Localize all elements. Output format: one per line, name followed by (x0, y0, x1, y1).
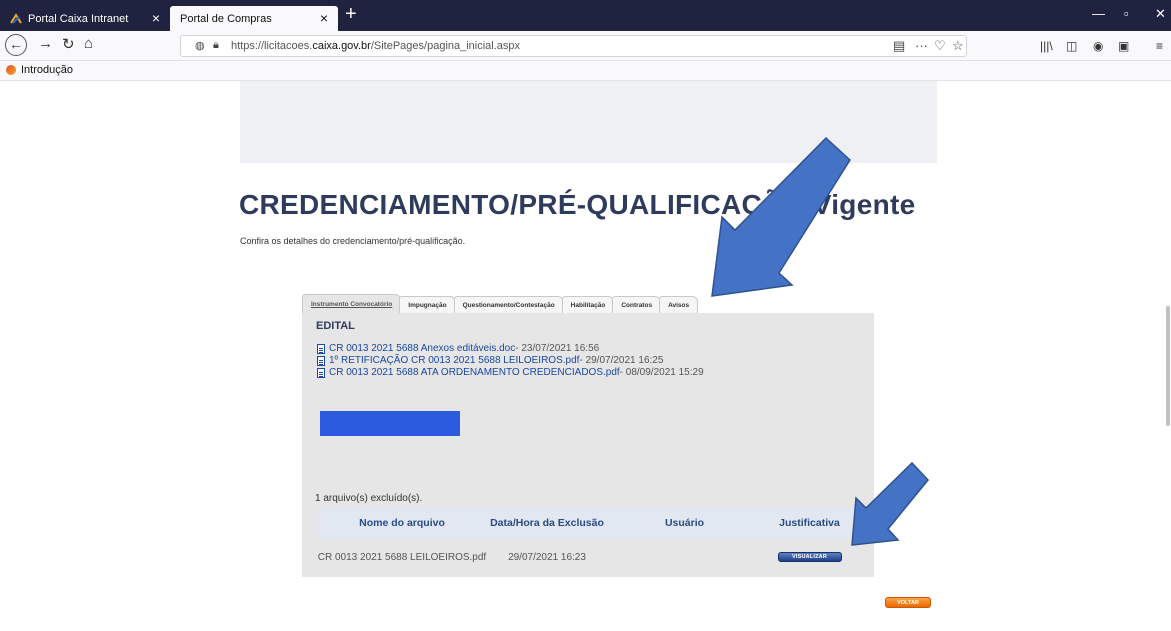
document-icon (317, 367, 325, 378)
extension-icon[interactable]: ▣ (1118, 39, 1129, 53)
close-tab-icon[interactable]: × (320, 10, 328, 26)
tab-instrumento-convocatorio[interactable]: Instrumento Convocatório (302, 294, 402, 313)
column-header: Data/Hora da Exclusão (490, 516, 604, 529)
excluded-datetime: 29/07/2021 16:23 (508, 551, 586, 563)
tab-habilitacao[interactable]: Habilitação (561, 296, 615, 313)
list-item: CR 0013 2021 5688 ATA ORDENAMENTO CREDEN… (317, 367, 704, 378)
page-actions-icon[interactable]: ··· (915, 38, 928, 53)
reader-view-icon[interactable]: ▤ (893, 38, 905, 54)
account-icon[interactable]: ◉ (1093, 39, 1103, 53)
excluded-count: 1 arquivo(s) excluído(s). (315, 493, 423, 504)
redaction-box (320, 411, 460, 436)
tab-label: Portal de Compras (180, 12, 272, 25)
excluded-files-table: Nome do arquivo Data/Hora da Exclusão Us… (317, 508, 857, 576)
document-icon (317, 355, 325, 366)
close-window-icon[interactable]: ✕ (1155, 6, 1166, 22)
sidebar-icon[interactable]: ◫ (1066, 39, 1077, 53)
library-icon[interactable]: |||\ (1040, 39, 1053, 53)
file-date: - 23/07/2021 16:56 (515, 343, 600, 354)
excluded-file-name: CR 0013 2021 5688 LEILOEIROS.pdf (317, 551, 487, 563)
bookmark-introducao[interactable]: Introdução (6, 64, 73, 76)
menu-icon[interactable]: ≡ (1156, 39, 1163, 53)
url-text[interactable]: https://licitacoes.caixa.gov.br/SitePage… (231, 40, 520, 52)
column-header: Usuário (664, 516, 705, 529)
panel-tabs: Instrumento Convocatório Impugnação Ques… (302, 294, 699, 313)
excluded-user (607, 538, 762, 576)
bookmark-star-icon[interactable]: ☆ (952, 38, 964, 54)
header-banner (240, 81, 937, 163)
close-tab-icon[interactable]: × (152, 10, 160, 26)
table-row: CR 0013 2021 5688 LEILOEIROS.pdf 29/07/2… (317, 538, 857, 576)
home-icon[interactable]: ⌂ (84, 35, 93, 52)
minimize-icon[interactable]: — (1092, 6, 1105, 21)
forward-icon[interactable]: → (38, 35, 53, 52)
page-content: CREDENCIAMENTO/PRÉ-QUALIFICAÇÃO Vigente … (0, 81, 1171, 631)
tab-contratos[interactable]: Contratos (612, 296, 662, 313)
address-bar[interactable]: ◍ 🔒︎ https://licitacoes.caixa.gov.br/Sit… (180, 35, 967, 57)
tab-portal-de-compras[interactable]: Portal de Compras × (170, 6, 338, 31)
section-title: EDITAL (316, 320, 355, 332)
tab-impugnacao[interactable]: Impugnação (399, 296, 456, 313)
list-item: 1º RETIFICAÇÃO CR 0013 2021 5688 LEILOEI… (317, 355, 704, 366)
file-date: - 08/09/2021 15:29 (619, 367, 704, 378)
tab-questionamento[interactable]: Questionamento/Contestação (453, 296, 564, 313)
restore-icon[interactable]: ▫ (1124, 6, 1129, 21)
back-button[interactable]: VOLTAR (885, 597, 931, 608)
page-title: CREDENCIAMENTO/PRÉ-QUALIFICAÇÃO Vigente (239, 189, 916, 220)
tab-label: Portal Caixa Intranet (28, 12, 129, 25)
file-list: CR 0013 2021 5688 Anexos editáveis.doc -… (317, 343, 704, 379)
file-link[interactable]: CR 0013 2021 5688 Anexos editáveis.doc (329, 343, 515, 354)
lock-icon[interactable]: 🔒︎ (213, 39, 219, 52)
pocket-icon[interactable]: ♡ (934, 38, 946, 54)
reload-icon[interactable]: ↻ (62, 35, 75, 53)
column-header: Justificativa (779, 516, 840, 529)
file-link[interactable]: CR 0013 2021 5688 ATA ORDENAMENTO CREDEN… (329, 367, 620, 378)
caixa-logo-icon (10, 12, 22, 24)
bookmarks-toolbar: Introdução (0, 61, 1171, 81)
shield-icon[interactable]: ◍ (195, 39, 205, 52)
list-item: CR 0013 2021 5688 Anexos editáveis.doc -… (317, 343, 704, 354)
tab-content: EDITAL CR 0013 2021 5688 Anexos editávei… (302, 313, 874, 577)
back-icon[interactable]: ← (5, 34, 27, 56)
page-subtitle: Confira os detalhes do credenciamento/pr… (240, 236, 466, 246)
file-date: - 29/07/2021 16:25 (579, 355, 664, 366)
scrollbar[interactable] (1166, 306, 1170, 426)
table-header: Nome do arquivo Data/Hora da Exclusão Us… (317, 508, 857, 538)
tab-portal-caixa-intranet[interactable]: Portal Caixa Intranet × (0, 6, 170, 31)
browser-window: Portal Caixa Intranet × Portal de Compra… (0, 0, 1171, 631)
bookmark-label: Introdução (21, 64, 73, 76)
column-header: Nome do arquivo (359, 516, 445, 529)
tab-strip: Portal Caixa Intranet × Portal de Compra… (0, 0, 1171, 31)
justification-cell: VISUALIZAR (762, 538, 857, 576)
visualizar-button[interactable]: VISUALIZAR (777, 552, 842, 562)
new-tab-icon[interactable]: + (345, 3, 357, 26)
file-link[interactable]: 1º RETIFICAÇÃO CR 0013 2021 5688 LEILOEI… (329, 355, 579, 366)
navigation-toolbar: ← → ↻ ⌂ ◍ 🔒︎ https://licitacoes.caixa.go… (0, 31, 1171, 61)
document-icon (317, 343, 325, 354)
firefox-icon (6, 65, 16, 75)
tab-avisos[interactable]: Avisos (659, 296, 699, 313)
